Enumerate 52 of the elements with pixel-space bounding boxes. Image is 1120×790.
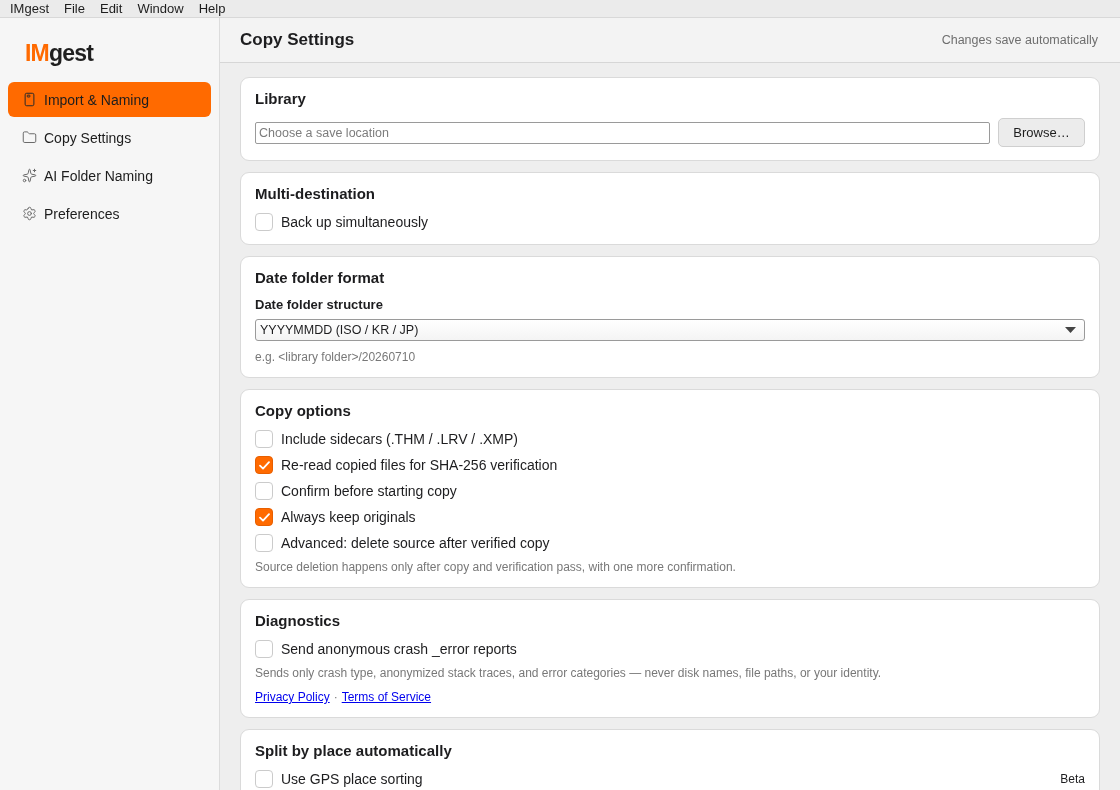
sidebar-item[interactable]: Copy Settings <box>8 120 211 155</box>
sidebar-item[interactable]: AI Folder Naming <box>8 158 211 193</box>
menu-item[interactable]: Edit <box>99 0 123 17</box>
checkbox-label: Send anonymous crash _error reports <box>281 641 517 657</box>
field-label: Date folder structure <box>255 297 383 313</box>
section-note: Sends only crash type, anonymized stack traces, and error categories — never disk names, file paths, or your identity. <box>255 665 882 681</box>
menu-item[interactable]: File <box>64 0 85 17</box>
checkbox-label: Use GPS place sorting <box>281 771 423 787</box>
section-title: Copy options <box>255 402 351 420</box>
menu-item[interactable]: IMgest <box>10 0 49 17</box>
checkbox-label: Re-read copied files for SHA-256 verification <box>281 457 558 473</box>
section-note: Source deletion happens only after copy and verification pass, with one more confirmation. <box>255 559 736 575</box>
checkbox[interactable] <box>255 508 273 526</box>
autosave-status: Changes save automatically <box>941 33 1098 47</box>
checkbox[interactable] <box>255 456 273 474</box>
checkbox[interactable] <box>255 640 273 658</box>
text-link[interactable]: Terms of Service <box>341 689 432 705</box>
checkbox-label: Advanced: delete source after verified copy <box>281 535 550 551</box>
section-title: Date folder format <box>255 269 385 287</box>
checkbox-label: Include sidecars (.THM / .LRV / .XMP) <box>281 431 519 447</box>
menu-item[interactable]: Help <box>198 0 226 17</box>
browse-button[interactable]: Browse… <box>998 118 1085 147</box>
memory-card-icon <box>22 92 37 107</box>
page-title: Copy Settings <box>240 30 355 50</box>
menu-item[interactable]: Window <box>137 0 184 17</box>
section-title: Library <box>255 90 306 108</box>
checkbox-label: Always keep originals <box>281 509 416 525</box>
link-separator: · <box>333 689 338 705</box>
checkbox[interactable] <box>255 430 273 448</box>
checkbox-label: Back up simultaneously <box>281 214 429 230</box>
section-title: Diagnostics <box>255 612 341 630</box>
checkbox[interactable] <box>255 770 273 788</box>
caret-icon <box>1065 327 1076 333</box>
checkbox[interactable] <box>255 534 273 552</box>
checkbox-label: Confirm before starting copy <box>281 483 457 499</box>
save-location-field[interactable]: Choose a save location <box>255 121 990 144</box>
sidebar-item[interactable]: Preferences <box>8 196 211 231</box>
folder-icon <box>22 130 37 145</box>
checkbox[interactable] <box>255 482 273 500</box>
checkmark-icon <box>258 512 270 522</box>
sidebar-item[interactable]: Import & Naming <box>8 82 211 117</box>
section-title: Split by place automatically <box>255 742 452 760</box>
section-title: Multi-destination <box>255 185 375 203</box>
app-logo: IMgest <box>25 40 94 66</box>
date-format-select[interactable]: YYYYMMDD (ISO / KR / JP) <box>255 319 1085 341</box>
text-link[interactable]: Privacy Policy <box>255 689 330 705</box>
checkbox[interactable] <box>255 213 273 231</box>
beta-label: Beta <box>1060 772 1085 786</box>
checkmark-icon <box>258 460 270 470</box>
settings-icon <box>22 206 37 221</box>
sparkle-icon <box>22 168 37 183</box>
section-note: e.g. <library folder>/20260710 <box>255 349 416 365</box>
